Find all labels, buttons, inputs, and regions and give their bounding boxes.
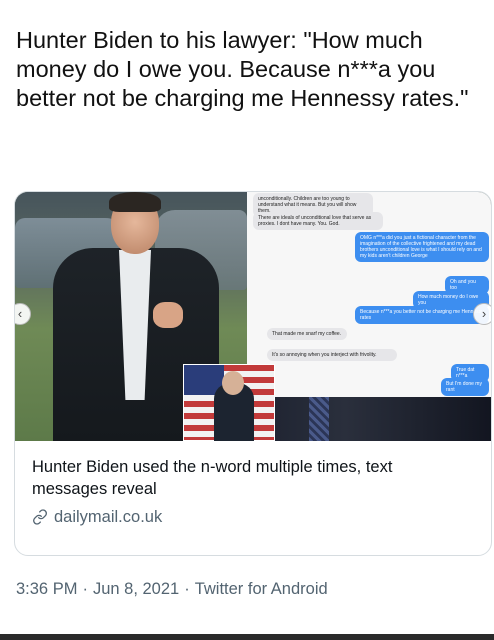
message-bubble: There are ideals of unconditional love t… [253,212,383,230]
card-media[interactable]: unconditionally. Children are too young … [15,192,491,441]
card-body[interactable]: Hunter Biden used the n-word multiple ti… [15,441,491,555]
tweet-source[interactable]: Twitter for Android [195,580,328,598]
message-bubble: OMG n***a did you just a fictional chara… [355,232,489,262]
link-card[interactable]: unconditionally. Children are too young … [14,191,492,556]
message-bubble: But I'm done my rant [441,378,489,396]
message-bubble: That made me snarf my coffee. [267,328,347,340]
tie [309,397,329,441]
person-hair [109,192,161,212]
tweet-text: Hunter Biden to his lawyer: "How much mo… [16,27,469,111]
message-bubble: It's so annoying when you interject with… [267,349,397,361]
separator: · [82,580,88,598]
chevron-right-icon[interactable]: › [473,303,491,325]
domain-text: dailymail.co.uk [54,508,163,526]
tweet-meta: 3:36 PM · Jun 8, 2021 · Twitter for Android [16,578,328,600]
card-domain[interactable]: dailymail.co.uk [32,506,162,528]
inset-photo [183,364,275,441]
message-bubble: Because n***a you better not be charging… [355,306,489,324]
card-title[interactable]: Hunter Biden used the n-word multiple ti… [32,456,472,500]
photo-strip [247,397,491,441]
tweet-date[interactable]: Jun 8, 2021 [93,580,179,598]
separator: · [184,580,190,598]
text-messages-screenshot: unconditionally. Children are too young … [247,192,491,441]
person-hand [153,302,183,328]
inset-person-head [222,371,244,395]
link-icon [33,509,47,525]
tweet-time[interactable]: 3:36 PM [16,580,77,598]
bottom-edge [0,634,494,640]
